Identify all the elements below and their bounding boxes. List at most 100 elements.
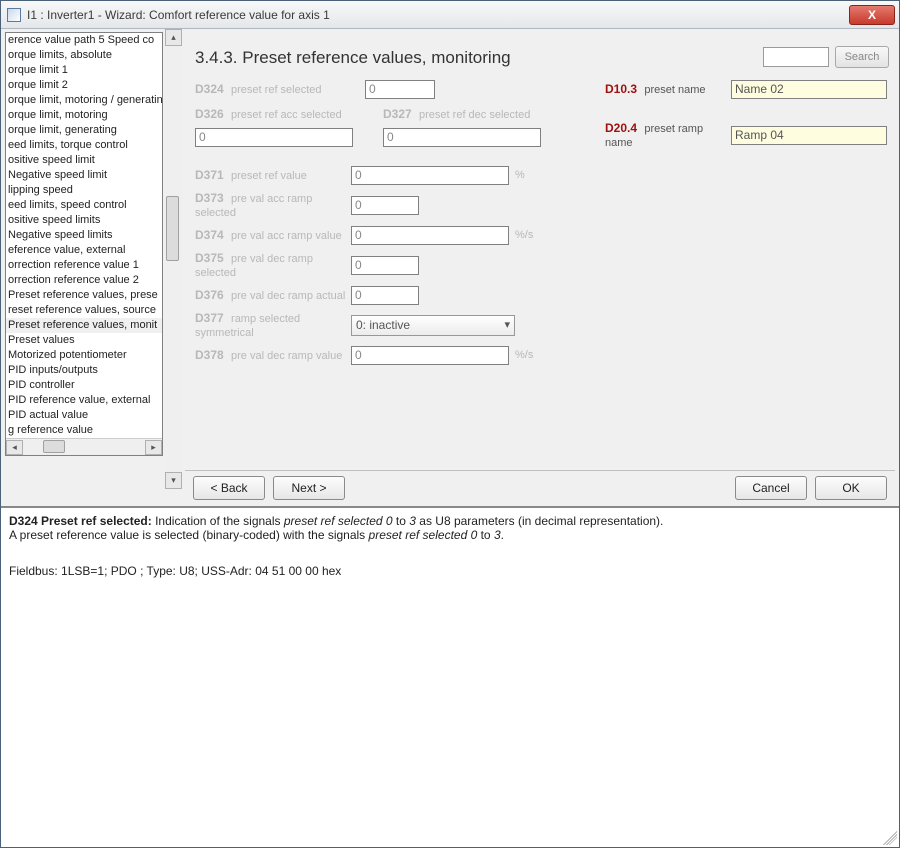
label-d324: preset ref selected	[231, 84, 322, 96]
label-d10-3: preset name	[644, 84, 705, 96]
row-d377: D377 ramp selected symmetrical 0: inacti…	[195, 310, 555, 340]
back-button[interactable]: < Back	[193, 476, 265, 500]
topic-item[interactable]: Preset reference values, monit	[6, 318, 162, 333]
next-button[interactable]: Next >	[273, 476, 345, 500]
topic-item[interactable]: orque limits, absolute	[6, 48, 162, 63]
topic-item[interactable]: orque limit, motoring / generatin	[6, 93, 162, 108]
scroll-up-icon[interactable]: ▴	[165, 29, 182, 46]
topic-item[interactable]: PID inputs/outputs	[6, 363, 162, 378]
topic-item[interactable]: PID reference value, external	[6, 393, 162, 408]
left-column: D324 preset ref selected D326 preset ref…	[195, 74, 555, 370]
app-window: I1 : Inverter1 - Wizard: Comfort referen…	[0, 0, 900, 848]
row-d326-d327-inputs	[195, 124, 555, 150]
form-area: D324 preset ref selected D326 preset ref…	[185, 74, 895, 470]
row-d373: D373 pre val acc ramp selected	[195, 190, 555, 220]
row-d375: D375 pre val dec ramp selected	[195, 250, 555, 280]
topic-item[interactable]: orque limit 2	[6, 78, 162, 93]
select-d377-value: 0: inactive	[356, 318, 410, 332]
topic-sidebar[interactable]: erence value path 5 Speed coorque limits…	[5, 32, 163, 456]
topic-item[interactable]: orque limit 1	[6, 63, 162, 78]
right-column: D10.3 preset name D20.4 preset ramp name	[605, 74, 900, 150]
input-d10-3[interactable]	[731, 80, 887, 99]
sidebar-hscrollbar[interactable]: ◂ ▸	[6, 438, 162, 455]
topic-item[interactable]: erence value path 5 Speed co	[6, 33, 162, 48]
scroll-left-icon[interactable]: ◂	[6, 440, 23, 455]
topic-item[interactable]: ositive speed limits	[6, 213, 162, 228]
topic-item[interactable]: PID controller	[6, 378, 162, 393]
search-button[interactable]: Search	[835, 46, 889, 68]
unit-d371: %	[515, 169, 525, 181]
input-d324[interactable]	[365, 80, 435, 99]
row-d10-3: D10.3 preset name	[605, 74, 900, 104]
hscroll-track[interactable]	[23, 440, 145, 455]
topic-item[interactable]: orque limit, motoring	[6, 108, 162, 123]
search-input[interactable]	[763, 47, 829, 67]
label-d326: preset ref acc selected	[231, 109, 342, 121]
topic-item[interactable]: orrection reference value 1	[6, 258, 162, 273]
topic-item[interactable]: Preset reference values, prese	[6, 288, 162, 303]
code-d10-3: D10.3	[605, 82, 637, 96]
topic-item[interactable]: Negative speed limits	[6, 228, 162, 243]
client-area: erence value path 5 Speed coorque limits…	[1, 29, 899, 847]
row-d371: D371 preset ref value %	[195, 160, 555, 190]
topic-item[interactable]: eed limits, speed control	[6, 198, 162, 213]
ok-button[interactable]: OK	[815, 476, 887, 500]
resize-grip-icon[interactable]	[883, 831, 897, 845]
input-d378[interactable]	[351, 346, 509, 365]
app-icon	[7, 8, 21, 22]
label-d327: preset ref dec selected	[419, 109, 530, 121]
label-d371: preset ref value	[231, 170, 307, 182]
info-line3: Fieldbus: 1LSB=1; PDO ; Type: U8; USS-Ad…	[9, 564, 891, 578]
close-icon: X	[868, 8, 876, 22]
sidebar-vscrollbar[interactable]: ▴ ▾	[165, 29, 182, 489]
code-d324: D324	[195, 82, 224, 96]
select-d377[interactable]: 0: inactive	[351, 315, 515, 336]
info-line1: D324 Preset ref selected: Indication of …	[9, 514, 891, 528]
code-d326: D326	[195, 107, 224, 121]
unit-d378: %/s	[515, 349, 533, 361]
vscroll-thumb[interactable]	[166, 196, 179, 261]
search-area: Search	[763, 46, 889, 68]
input-d376[interactable]	[351, 286, 419, 305]
input-d20-4[interactable]	[731, 126, 887, 145]
row-d376: D376 pre val dec ramp actual	[195, 280, 555, 310]
wizard-main: 3.4.3. Preset reference values, monitori…	[185, 32, 895, 504]
code-d327: D327	[383, 107, 412, 121]
topic-item[interactable]: PID actual value	[6, 408, 162, 423]
hscroll-thumb[interactable]	[43, 440, 65, 453]
input-d373[interactable]	[351, 196, 419, 215]
scroll-down-icon[interactable]: ▾	[165, 472, 182, 489]
vscroll-track[interactable]	[165, 46, 182, 472]
label-d376: pre val dec ramp actual	[231, 290, 345, 302]
topic-item[interactable]: reset reference values, source	[6, 303, 162, 318]
row-d20-4: D20.4 preset ramp name	[605, 120, 900, 150]
code-d371: D371	[195, 168, 224, 182]
label-d378: pre val dec ramp value	[231, 350, 342, 362]
title-bar[interactable]: I1 : Inverter1 - Wizard: Comfort referen…	[1, 1, 899, 29]
input-d375[interactable]	[351, 256, 419, 275]
topic-item[interactable]: Motorized potentiometer	[6, 348, 162, 363]
input-d371[interactable]	[351, 166, 509, 185]
topic-item[interactable]: orque limit, generating	[6, 123, 162, 138]
cancel-button[interactable]: Cancel	[735, 476, 807, 500]
input-d374[interactable]	[351, 226, 509, 245]
code-d377: D377	[195, 311, 224, 325]
topic-item[interactable]: eference value, external	[6, 243, 162, 258]
topic-item[interactable]: eed limits, torque control	[6, 138, 162, 153]
code-d375: D375	[195, 251, 224, 265]
topic-item[interactable]: orrection reference value 2	[6, 273, 162, 288]
topic-item[interactable]: Negative speed limit	[6, 168, 162, 183]
close-button[interactable]: X	[849, 5, 895, 25]
input-d327[interactable]	[383, 128, 541, 147]
input-d326[interactable]	[195, 128, 353, 147]
topic-item[interactable]: g reference value	[6, 423, 162, 438]
code-d378: D378	[195, 348, 224, 362]
scroll-right-icon[interactable]: ▸	[145, 440, 162, 455]
unit-d374: %/s	[515, 229, 533, 241]
row-d374: D374 pre val acc ramp value %/s	[195, 220, 555, 250]
topic-item[interactable]: ositive speed limit	[6, 153, 162, 168]
topic-list[interactable]: erence value path 5 Speed coorque limits…	[6, 33, 162, 438]
topic-item[interactable]: lipping speed	[6, 183, 162, 198]
topic-item[interactable]: Preset values	[6, 333, 162, 348]
page-title: 3.4.3. Preset reference values, monitori…	[195, 46, 763, 68]
